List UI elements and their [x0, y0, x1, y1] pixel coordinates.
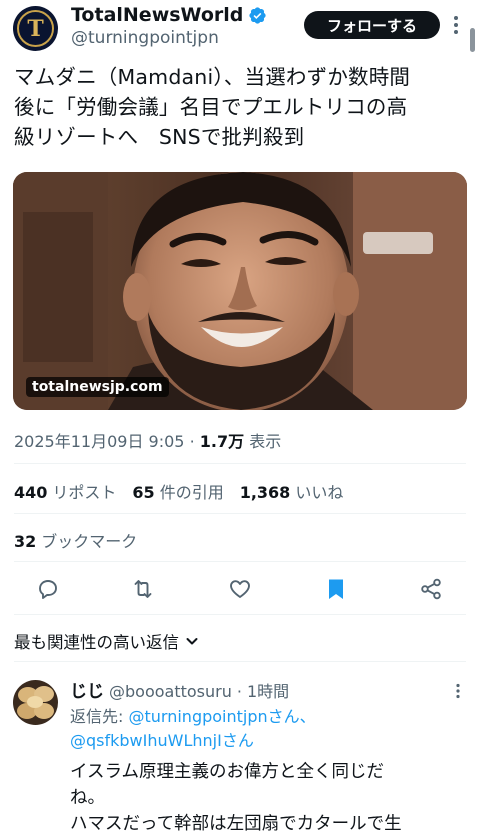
likes-stat[interactable]: 1,368 いいね	[240, 479, 344, 503]
divider	[14, 561, 466, 562]
engagement-stats: 440 リポスト 65 件の引用 1,368 いいね	[14, 479, 343, 503]
post-image[interactable]: totalnewsjp.com	[13, 172, 467, 410]
tweet-header: T TotalNewsWorld @turningpointjpn フォローする	[0, 0, 480, 56]
reply-more-options-icon[interactable]	[455, 683, 461, 699]
bookmarks-stat[interactable]: 32 ブックマーク	[14, 528, 137, 552]
repost-button[interactable]	[130, 576, 156, 602]
meta-separator: ·	[189, 432, 195, 451]
reposts-label: リポスト	[52, 483, 117, 502]
views-count: 1.7万	[199, 432, 245, 451]
quotes-count: 65	[132, 483, 155, 502]
verified-badge-icon	[249, 6, 266, 24]
like-button[interactable]	[227, 576, 253, 602]
bookmarks-label: ブックマーク	[41, 532, 138, 551]
share-button[interactable]	[418, 576, 444, 602]
reply-icon	[39, 580, 57, 599]
more-options-icon[interactable]	[452, 14, 460, 36]
divider	[14, 661, 466, 662]
repost-icon	[134, 580, 152, 598]
divider	[14, 513, 466, 514]
action-bar	[0, 576, 480, 604]
sort-label: 最も関連性の高い返信	[14, 633, 179, 652]
views-label: 表示	[249, 432, 282, 451]
reposts-stat[interactable]: 440 リポスト	[14, 479, 116, 503]
reply-time[interactable]: 1時間	[247, 678, 289, 702]
author-name[interactable]: TotalNewsWorld	[71, 4, 243, 26]
like-icon	[230, 580, 250, 598]
divider	[14, 614, 466, 615]
reply-sort-selector[interactable]: 最も関連性の高い返信	[14, 629, 199, 653]
reply-to-user-link[interactable]: @turningpointjpnさん、	[129, 707, 316, 726]
reply-header: じじ @boooattosuru · 1時間	[70, 677, 289, 702]
avatar-logo: T	[17, 10, 54, 47]
portrait-photo	[13, 172, 467, 410]
quotes-label: 件の引用	[159, 483, 224, 502]
author-name-row: TotalNewsWorld	[71, 4, 267, 26]
post-timestamp[interactable]: 2025年11月09日 9:05	[14, 432, 184, 451]
likes-label: いいね	[295, 483, 344, 502]
bookmark-icon	[329, 579, 343, 599]
share-icon	[421, 578, 441, 600]
likes-count: 1,368	[239, 483, 291, 502]
tweet-detail-page: T TotalNewsWorld @turningpointjpn フォローする…	[0, 0, 480, 831]
author-avatar[interactable]: T	[13, 6, 58, 51]
reply-button[interactable]	[35, 576, 61, 602]
follow-button[interactable]: フォローする	[304, 11, 440, 39]
reply-author-name[interactable]: じじ	[70, 677, 104, 702]
bookmark-button[interactable]	[323, 576, 349, 602]
post-meta: 2025年11月09日 9:05 · 1.7万 表示	[14, 428, 281, 452]
divider	[14, 463, 466, 464]
bookmarks-count: 32	[14, 532, 37, 551]
reply-to-line: 返信先: @turningpointjpnさん、 @qsfkbwIhuWLhnj…	[70, 705, 470, 753]
reply-author-handle[interactable]: @boooattosuru	[109, 682, 232, 701]
reply-to-user-link[interactable]: @qsfkbwIhuWLhnjIさん	[70, 731, 254, 750]
chevron-down-icon	[186, 638, 198, 645]
reply-text: イスラム原理主義のお偉方と全く同じだ ね。 ハマスだって幹部は左団扇でカタールで…	[70, 762, 402, 831]
scrollbar[interactable]	[470, 28, 475, 52]
quotes-stat[interactable]: 65 件の引用	[132, 479, 223, 503]
reposts-count: 440	[14, 483, 48, 502]
reply-to-prefix: 返信先:	[70, 707, 124, 726]
food-avatar-image	[13, 680, 58, 725]
reply-separator: ·	[236, 682, 242, 701]
reply-avatar[interactable]	[13, 680, 58, 725]
author-handle[interactable]: @turningpointjpn	[71, 28, 219, 48]
image-watermark: totalnewsjp.com	[26, 377, 169, 397]
post-text: マムダニ（Mamdani）、当選わずか数時間 後に「労働会議」名目でプエルトリコ…	[14, 65, 411, 149]
